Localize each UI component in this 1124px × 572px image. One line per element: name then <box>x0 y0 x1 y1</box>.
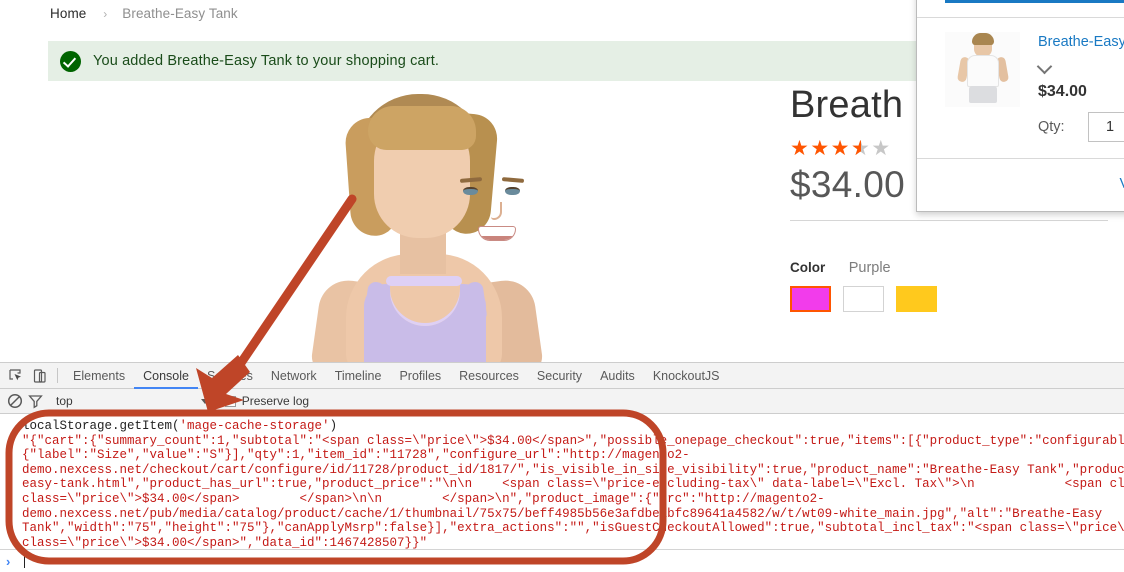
console-input-line: localStorage.getItem('mage-cache-storage… <box>22 419 1124 434</box>
console-context-selector[interactable]: top <box>56 394 73 408</box>
console-prompt[interactable]: › <box>0 549 1124 572</box>
minicart-qty-row: Qty: <box>1038 112 1124 142</box>
tank-collar <box>386 276 462 286</box>
model-mouth <box>478 226 516 241</box>
console-output-line: demo.nexcess.net/pub/media/catalog/produ… <box>22 506 1103 521</box>
star-filled-icon: ★ <box>790 136 811 160</box>
screenshot-root: Home › Breathe-Easy Tank You added Breat… <box>0 0 1124 572</box>
tab-profiles[interactable]: Profiles <box>390 363 450 389</box>
model-fringe <box>368 106 476 150</box>
thumb-tank <box>967 55 999 87</box>
minicart-item: Breathe-Easy Tan $34.00 Qty: <box>945 32 1124 142</box>
model-nose <box>491 202 502 220</box>
console-output-line: easy-tank.html","product_has_url":true,"… <box>22 477 1124 492</box>
storefront-page: Home › Breathe-Easy Tank You added Breat… <box>0 0 1124 362</box>
go-to-checkout-button[interactable]: Go to Che <box>945 0 1124 3</box>
inspect-element-icon[interactable] <box>4 365 28 387</box>
console-output-line: demo.nexcess.net/checkout/cart/configure… <box>22 462 1124 477</box>
color-option-value: Purple <box>848 259 891 276</box>
tab-sources[interactable]: Sources <box>198 363 262 389</box>
console-output-line: class=\"price\">$34.00</span> </span>\n\… <box>22 491 825 506</box>
breadcrumb-home-link[interactable]: Home <box>50 6 86 21</box>
thumb-hair <box>972 33 994 45</box>
console-input-close: ) <box>329 419 338 433</box>
model-eye-right <box>505 187 520 195</box>
tank-top-garment <box>364 280 486 362</box>
star-filled-icon: ★ <box>830 136 851 160</box>
console-input-argument: 'mage-cache-storage' <box>179 419 330 433</box>
preserve-log-checkbox[interactable] <box>224 395 236 407</box>
clear-console-icon[interactable] <box>6 390 26 412</box>
toolbar-divider <box>57 368 58 383</box>
minicart-qty-label: Qty: <box>1038 119 1065 135</box>
success-message-text: You added Breathe-Easy Tank to your shop… <box>93 53 440 69</box>
tab-knockoutjs[interactable]: KnockoutJS <box>644 363 729 389</box>
tab-timeline[interactable]: Timeline <box>326 363 391 389</box>
minicart-item-price: $34.00 <box>1038 83 1087 100</box>
filter-funnel-icon[interactable] <box>26 390 46 412</box>
chevron-down-icon[interactable] <box>1038 59 1053 74</box>
color-swatch-yellow[interactable] <box>896 285 937 312</box>
minicart-checkout-area: Go to Che <box>917 0 1124 17</box>
thumb-shorts <box>969 86 997 103</box>
model-brow-right <box>501 177 525 183</box>
breadcrumb-separator-icon: › <box>103 7 108 21</box>
devtools-tabbar: Elements Console Sources Network Timelin… <box>0 363 1124 389</box>
minicart-item-details: Breathe-Easy Tan $34.00 Qty: <box>1038 32 1124 142</box>
tab-elements[interactable]: Elements <box>64 363 134 389</box>
console-input-command: localStorage.getItem( <box>22 419 180 433</box>
minicart-qty-input[interactable] <box>1087 112 1124 142</box>
tab-audits[interactable]: Audits <box>591 363 644 389</box>
preserve-log-label: Preserve log <box>241 394 310 408</box>
tab-network[interactable]: Network <box>262 363 326 389</box>
product-color-option: Color Purple <box>790 259 1124 312</box>
breadcrumb: Home › Breathe-Easy Tank <box>50 6 238 21</box>
check-circle-icon <box>60 50 81 72</box>
model-lip <box>479 236 515 240</box>
toggle-device-toolbar-icon[interactable] <box>28 365 52 387</box>
minicart-dropdown: Go to Che Breathe-Easy Tan $ <box>916 0 1124 212</box>
devtools-panel: Elements Console Sources Network Timelin… <box>0 362 1124 572</box>
minicart-item-name-link[interactable]: Breathe-Easy Tan <box>1038 34 1124 50</box>
star-half-icon: ★ <box>851 138 871 159</box>
product-gallery-image[interactable] <box>150 88 770 362</box>
breadcrumb-current: Breathe-Easy Tank <box>122 6 238 21</box>
tab-console[interactable]: Console <box>134 363 198 389</box>
minicart-item-thumbnail[interactable] <box>945 32 1020 107</box>
color-swatch-magenta[interactable] <box>790 285 831 312</box>
tab-resources[interactable]: Resources <box>450 363 528 389</box>
console-output-line: "{"cart":{"summary_count":1,"subtotal":"… <box>22 433 1124 448</box>
console-filter-bar: top Preserve log <box>0 389 1124 414</box>
prompt-caret <box>24 554 26 568</box>
color-option-label: Color <box>790 259 826 275</box>
chevron-down-icon[interactable] <box>200 398 209 404</box>
color-swatch-list <box>790 285 1124 312</box>
model-eye-left <box>463 187 478 195</box>
preserve-log-toggle[interactable]: Preserve log <box>224 394 310 408</box>
product-divider <box>790 219 1108 221</box>
console-output-area[interactable]: localStorage.getItem('mage-cache-storage… <box>0 414 1124 550</box>
model-photo <box>300 88 630 362</box>
prompt-chevron-icon: › <box>6 553 11 569</box>
tab-security[interactable]: Security <box>528 363 591 389</box>
view-and-edit-cart-link[interactable]: View and ed <box>1119 176 1124 192</box>
console-output-line: Tank","width":"75","height":"75"},"canAp… <box>22 521 1124 536</box>
console-output-line: class=\"price\">$34.00</span>","data_id"… <box>22 535 428 550</box>
color-swatch-white[interactable] <box>843 285 884 312</box>
star-filled-icon: ★ <box>810 136 831 160</box>
minicart-item-list: Breathe-Easy Tan $34.00 Qty: <box>917 17 1124 158</box>
console-output-line: {"label":"Size","value":"S"}],"qty":1,"i… <box>22 448 690 463</box>
star-empty-icon: ★ <box>871 136 892 160</box>
minicart-actions: View and ed <box>917 158 1124 211</box>
